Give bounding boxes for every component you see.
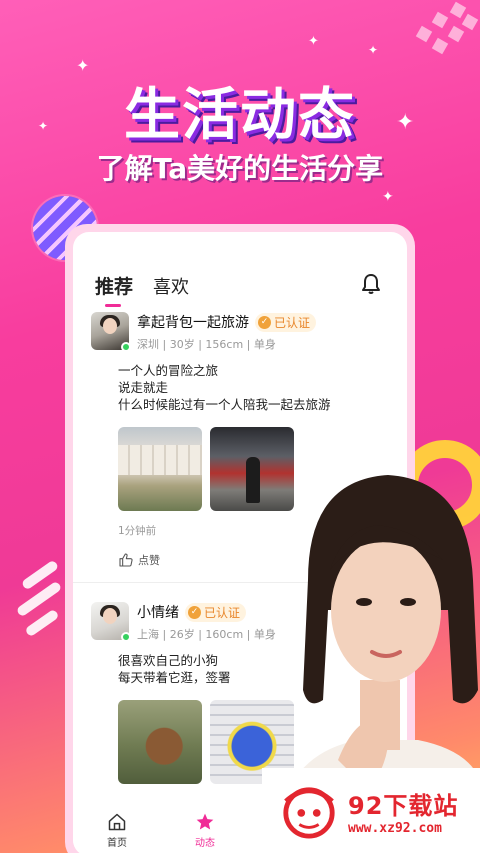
bell-icon[interactable] [359, 272, 383, 296]
star-icon [196, 813, 214, 829]
feed-tabs: 推荐 喜欢 [95, 272, 189, 307]
avatar[interactable] [91, 602, 131, 642]
avatar[interactable] [91, 312, 131, 352]
check-icon: ✓ [258, 315, 271, 329]
hero-title: 生活动态 [124, 83, 356, 148]
online-indicator [121, 632, 131, 642]
hero-subtitle: 了解Ta美好的生活分享 [96, 152, 384, 185]
watermark-title: 92下载站 [348, 791, 459, 820]
user-info: 上海 | 26岁 | 160cm | 单身 [137, 628, 276, 641]
sparkle-icon: ✦ [382, 189, 394, 205]
nav-home-label: 首页 [107, 837, 127, 849]
post-text-line: 说走就走 [118, 380, 169, 395]
verified-label: 已认证 [204, 605, 241, 620]
user-name[interactable]: 小情绪 [137, 602, 179, 622]
decorative-grid [390, 0, 480, 60]
stripes-decoration [10, 559, 70, 640]
thumbs-up-icon [119, 553, 133, 567]
watermark-logo-icon [283, 786, 335, 839]
watermark: 92下载站 www.xz92.com [262, 768, 480, 853]
tab-recommend[interactable]: 推荐 [95, 272, 133, 307]
post-photo[interactable] [118, 700, 202, 784]
nav-moments[interactable]: 动态 [161, 804, 249, 853]
sparkle-icon: ✦ [308, 34, 319, 49]
check-icon: ✓ [188, 605, 201, 619]
online-indicator [121, 342, 131, 352]
verified-label: 已认证 [274, 315, 311, 330]
sparkle-icon: ✦ [368, 43, 379, 57]
like-label: 点赞 [138, 554, 160, 567]
nav-moments-label: 动态 [195, 837, 215, 849]
watermark-url: www.xz92.com [348, 820, 442, 836]
post-text: 一个人的冒险之旅 说走就走 什么时候能过有一个人陪我一起去旅游 [118, 362, 371, 413]
nav-home[interactable]: 首页 [73, 804, 161, 853]
verified-badge: ✓ 已认证 [255, 312, 317, 332]
post-text-line: 一个人的冒险之旅 [118, 363, 219, 378]
post-photo[interactable] [118, 427, 202, 511]
user-info: 深圳 | 30岁 | 156cm | 单身 [137, 338, 276, 351]
verified-badge: ✓ 已认证 [185, 602, 247, 622]
post-text-line: 什么时候能过有一个人陪我一起去旅游 [118, 397, 331, 412]
user-name[interactable]: 拿起背包一起旅游 [137, 312, 249, 332]
tab-likes[interactable]: 喜欢 [153, 273, 189, 299]
home-icon [108, 813, 126, 830]
